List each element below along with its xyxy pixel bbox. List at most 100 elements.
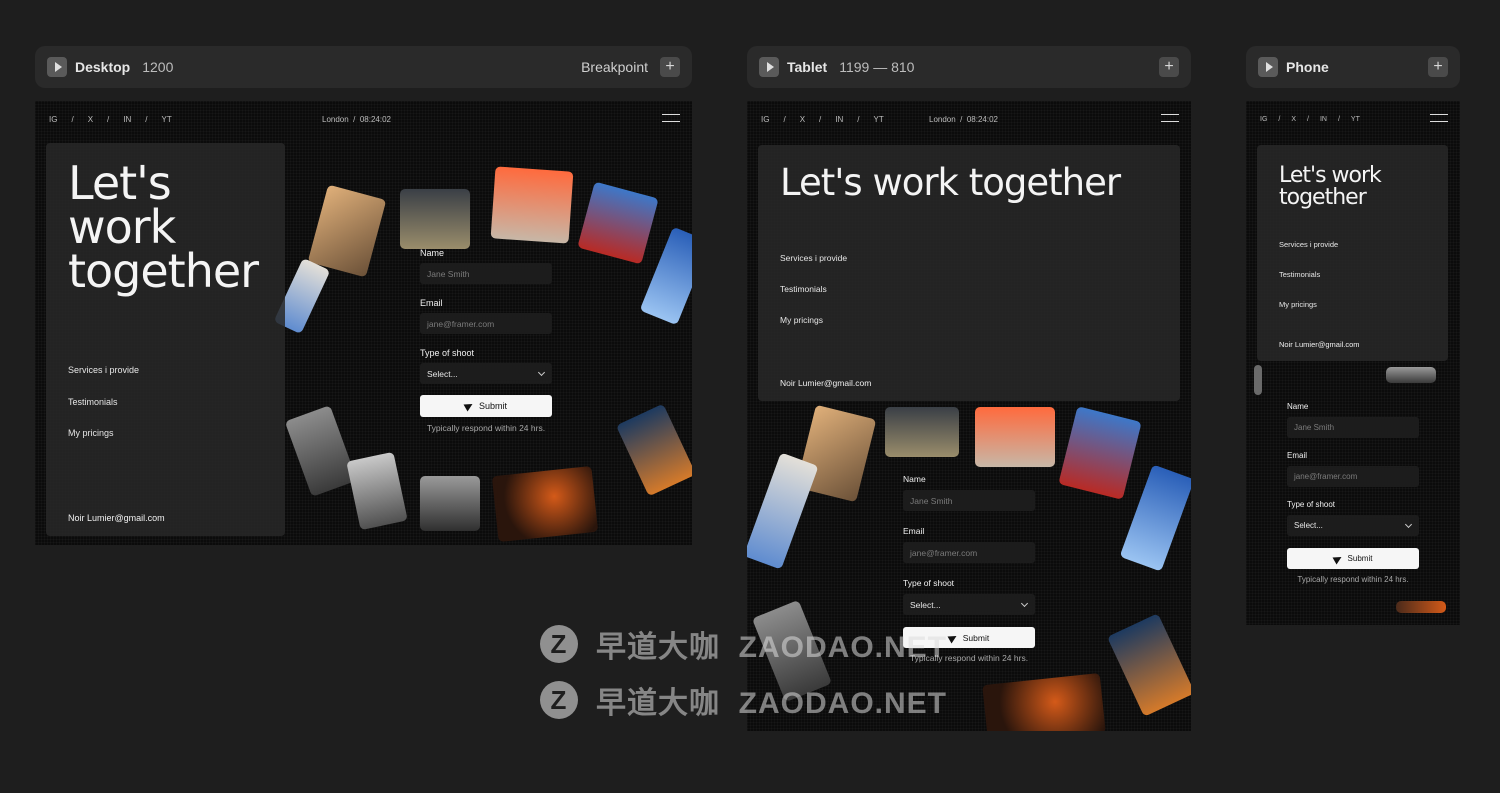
intro-card: Let's work together Services i provide T… bbox=[1257, 145, 1448, 361]
add-breakpoint-button[interactable]: + bbox=[1428, 57, 1448, 77]
photo-tile bbox=[491, 465, 599, 543]
name-label: Name bbox=[1287, 402, 1309, 411]
contact-email[interactable]: Noir Lumier@gmail.com bbox=[780, 378, 871, 388]
name-input[interactable]: Jane Smith bbox=[1287, 417, 1419, 438]
social-link-x[interactable]: X bbox=[88, 115, 93, 124]
link-services[interactable]: Services i provide bbox=[68, 365, 139, 375]
page-title: Let's work together bbox=[780, 161, 1121, 204]
name-input[interactable]: Jane Smith bbox=[420, 263, 552, 284]
play-icon[interactable] bbox=[1258, 57, 1278, 77]
select-value: Select... bbox=[427, 368, 458, 379]
time: 08:24:02 bbox=[966, 114, 998, 124]
photo-tile bbox=[307, 184, 387, 278]
response-note: Typically respond within 24 hrs. bbox=[1297, 575, 1409, 584]
social-link-x[interactable]: X bbox=[800, 115, 805, 124]
email-input[interactable]: jane@framer.com bbox=[420, 313, 552, 334]
submit-button[interactable]: Submit bbox=[1287, 548, 1419, 569]
separator: / bbox=[71, 114, 74, 124]
type-select[interactable]: Select... bbox=[1287, 515, 1419, 536]
nav-links: Services i provide Testimonials My prici… bbox=[68, 365, 139, 438]
chevron-down-icon bbox=[1020, 599, 1029, 607]
photo-tile bbox=[490, 166, 574, 244]
photo-tile bbox=[284, 405, 358, 497]
tablet-breakpoint-bar: Tablet 1199 — 810 + bbox=[747, 46, 1191, 88]
select-value: Select... bbox=[910, 599, 941, 610]
photo-tile bbox=[1254, 365, 1262, 395]
submit-button[interactable]: Submit bbox=[420, 395, 552, 417]
send-icon bbox=[947, 632, 959, 643]
play-icon[interactable] bbox=[759, 57, 779, 77]
separator: / bbox=[960, 114, 963, 124]
social-link-ig[interactable]: IG bbox=[49, 115, 57, 124]
watermark: Z 早道大咖 ZAODAO.NET bbox=[540, 678, 947, 722]
social-link-x[interactable]: X bbox=[1291, 116, 1296, 123]
photo-tile bbox=[400, 189, 470, 249]
separator: / bbox=[107, 114, 110, 124]
breakpoint-title: Tablet bbox=[787, 59, 828, 75]
name-input[interactable]: Jane Smith bbox=[903, 490, 1035, 511]
link-testimonials[interactable]: Testimonials bbox=[68, 397, 139, 407]
name-label: Name bbox=[420, 248, 445, 258]
chevron-down-icon bbox=[1404, 520, 1413, 528]
separator: / bbox=[353, 114, 356, 124]
social-link-yt[interactable]: YT bbox=[1351, 116, 1360, 123]
type-select[interactable]: Select... bbox=[903, 594, 1035, 615]
link-services[interactable]: Services i provide bbox=[1279, 240, 1338, 249]
social-links: IG / X / IN / YT bbox=[49, 115, 186, 124]
social-link-in[interactable]: IN bbox=[1320, 116, 1327, 123]
photo-tile bbox=[615, 403, 692, 497]
menu-icon[interactable] bbox=[1161, 114, 1179, 122]
email-input[interactable]: jane@framer.com bbox=[1287, 466, 1419, 487]
link-pricings[interactable]: My pricings bbox=[1279, 300, 1338, 309]
nav-links: Services i provide Testimonials My prici… bbox=[1279, 240, 1338, 309]
contact-email[interactable]: Noir Lumier@gmail.com bbox=[68, 513, 165, 523]
chevron-down-icon bbox=[537, 368, 546, 376]
separator: / bbox=[1278, 115, 1281, 123]
type-select[interactable]: Select... bbox=[420, 363, 552, 384]
separator: / bbox=[145, 114, 148, 124]
add-breakpoint-button[interactable]: + bbox=[660, 57, 680, 77]
watermark-logo-icon: Z bbox=[540, 625, 578, 663]
separator: / bbox=[783, 114, 786, 124]
menu-icon[interactable] bbox=[662, 114, 680, 122]
phone-breakpoint-bar: Phone + bbox=[1246, 46, 1460, 88]
social-link-ig[interactable]: IG bbox=[761, 115, 769, 124]
social-link-ig[interactable]: IG bbox=[1260, 116, 1267, 123]
desktop-breakpoint-bar: Desktop 1200 Breakpoint + bbox=[35, 46, 692, 88]
location-clock: London / 08:24:02 bbox=[929, 115, 998, 124]
contact-form: Name Jane Smith Email jane@framer.com Ty… bbox=[1287, 402, 1419, 584]
separator: / bbox=[857, 114, 860, 124]
watermark-text: 早道大咖 ZAODAO.NET bbox=[596, 631, 947, 664]
link-testimonials[interactable]: Testimonials bbox=[780, 284, 847, 294]
social-link-in[interactable]: IN bbox=[123, 115, 131, 124]
photo-tile bbox=[747, 452, 819, 570]
submit-label: Submit bbox=[478, 401, 507, 411]
breakpoint-title: Phone bbox=[1286, 59, 1329, 75]
city: London bbox=[322, 114, 349, 124]
photo-tile bbox=[982, 672, 1106, 731]
time: 08:24:02 bbox=[359, 114, 391, 124]
select-value: Select... bbox=[1294, 521, 1323, 530]
photo-tile bbox=[346, 451, 408, 531]
play-icon[interactable] bbox=[47, 57, 67, 77]
social-link-in[interactable]: IN bbox=[835, 115, 843, 124]
social-link-yt[interactable]: YT bbox=[874, 115, 884, 124]
breakpoint-label[interactable]: Breakpoint bbox=[581, 59, 648, 75]
menu-icon[interactable] bbox=[1430, 114, 1448, 122]
link-pricings[interactable]: My pricings bbox=[780, 315, 847, 325]
link-testimonials[interactable]: Testimonials bbox=[1279, 270, 1338, 279]
add-breakpoint-button[interactable]: + bbox=[1159, 57, 1179, 77]
email-label: Email bbox=[1287, 451, 1308, 460]
response-note: Typically respond within 24 hrs. bbox=[426, 423, 546, 433]
type-label: Type of shoot bbox=[420, 348, 475, 358]
city: London bbox=[929, 114, 956, 124]
separator: / bbox=[1337, 115, 1340, 123]
contact-email[interactable]: Noir Lumier@gmail.com bbox=[1279, 340, 1360, 349]
social-link-yt[interactable]: YT bbox=[162, 115, 172, 124]
email-input[interactable]: jane@framer.com bbox=[903, 542, 1035, 563]
photo-tile bbox=[577, 181, 659, 265]
watermark-text: 早道大咖 ZAODAO.NET bbox=[596, 687, 947, 720]
link-services[interactable]: Services i provide bbox=[780, 253, 847, 263]
phone-frame: IG / X / IN / YT Let's work together Services … bbox=[1246, 101, 1460, 625]
link-pricings[interactable]: My pricings bbox=[68, 428, 139, 438]
